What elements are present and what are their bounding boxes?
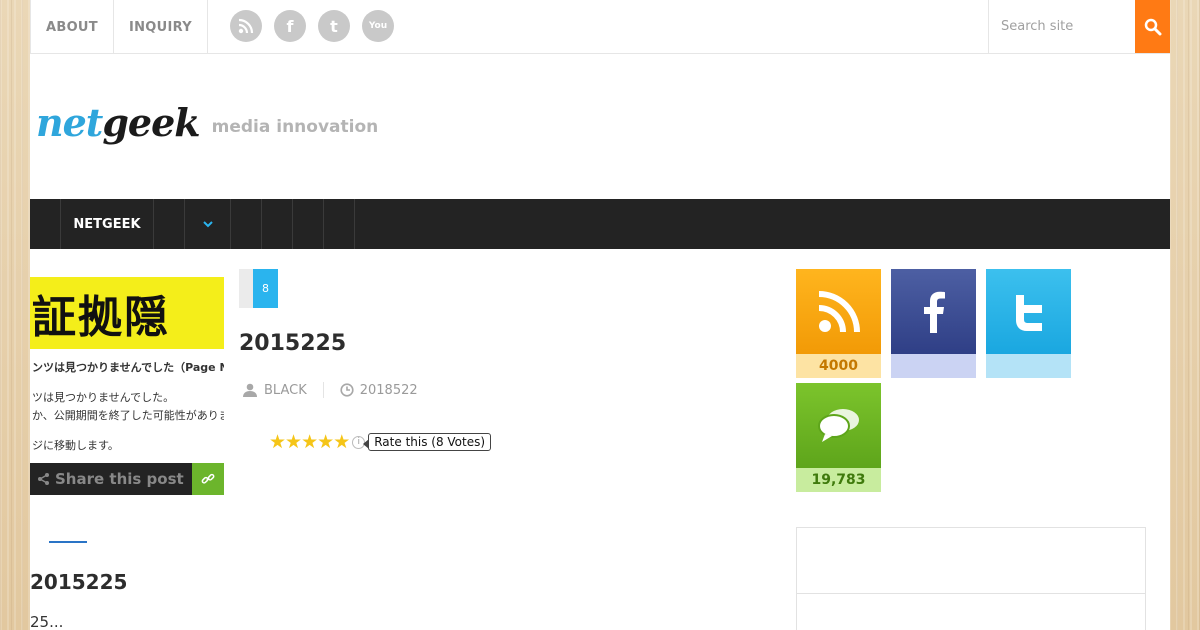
clock-icon	[340, 383, 354, 397]
related-post-title[interactable]: 2015225	[30, 570, 127, 594]
youtube-icon[interactable]: You	[362, 10, 394, 42]
twitter-counter[interactable]	[986, 269, 1071, 378]
facebook-counter[interactable]	[891, 269, 976, 378]
search-icon	[1144, 18, 1161, 35]
site-logo[interactable]: netgeek media innovation	[36, 100, 378, 145]
topnav-about-link[interactable]: ABOUT	[31, 0, 114, 54]
twitter-icon	[986, 269, 1071, 354]
thumbnail-text: ンツは見つかりませんでした（Page Not	[32, 361, 224, 374]
chevron-down-icon	[202, 220, 213, 227]
social-links: f t You	[230, 10, 394, 42]
top-nav: ABOUT INQUIRY	[30, 0, 208, 54]
facebook-icon[interactable]: f	[274, 10, 306, 42]
widget-divider	[797, 593, 1145, 594]
star-icon[interactable]: ★	[269, 432, 286, 452]
share-label: Share this post	[55, 470, 184, 488]
nav-item-blank[interactable]	[231, 199, 262, 249]
rating-widget: ★ ★ ★ ★ ★ i Rate this (8 Votes)	[269, 432, 492, 452]
nav-item-blank[interactable]	[154, 199, 185, 249]
nav-item-blank[interactable]	[262, 199, 293, 249]
rss-counter[interactable]: 4000	[796, 269, 881, 378]
nav-dropdown[interactable]	[185, 199, 231, 249]
post-title[interactable]: 2015225	[239, 331, 346, 356]
share-bar: Share this post	[30, 463, 224, 495]
site-tagline: media innovation	[211, 116, 379, 137]
page: ABOUT INQUIRY f t You netgeek media inno…	[30, 0, 1170, 630]
rss-icon[interactable]	[230, 10, 262, 42]
nav-item-netgeek[interactable]: NETGEEK	[61, 199, 154, 249]
twitter-icon[interactable]: t	[318, 10, 350, 42]
featured-thumbnail[interactable]: 証拠隠 ンツは見つかりませんでした（Page Not ツは見つかりませんでした。…	[30, 275, 224, 463]
search-area	[988, 0, 1170, 53]
top-bar: ABOUT INQUIRY f t You	[30, 0, 1170, 54]
category-badge-tab	[239, 269, 253, 308]
sidebar-widget	[796, 527, 1146, 630]
rss-count: 4000	[796, 354, 881, 378]
search-input[interactable]	[989, 0, 1135, 53]
share-icon	[38, 473, 49, 485]
logo-net: net	[36, 100, 103, 145]
comments-icon	[796, 383, 881, 468]
section-rule	[49, 541, 87, 543]
permalink-button[interactable]	[192, 463, 224, 495]
topnav-inquiry-link[interactable]: INQUIRY	[114, 0, 208, 54]
rss-icon	[796, 269, 881, 354]
thumbnail-text: か、公開期間を終了した可能性があります。	[32, 409, 224, 422]
logo-geek: geek	[102, 100, 200, 145]
star-icon[interactable]: ★	[285, 432, 302, 452]
post-author[interactable]: BLACK	[264, 383, 307, 398]
nav-item-blank[interactable]	[30, 199, 61, 249]
share-button[interactable]: Share this post	[30, 463, 192, 495]
logo-mark: netgeek	[36, 100, 201, 145]
comment-count-badge: 8	[253, 269, 278, 308]
related-post-excerpt: 25...	[30, 613, 64, 630]
rating-tooltip: Rate this (8 Votes)	[363, 433, 492, 451]
post-date: 2018522	[359, 382, 418, 398]
facebook-count	[891, 354, 976, 378]
twitter-count	[986, 354, 1071, 378]
facebook-icon	[891, 269, 976, 354]
meta-divider	[322, 382, 324, 398]
link-icon	[201, 473, 215, 484]
post-meta: BLACK 2018522	[242, 382, 418, 398]
nav-item-blank[interactable]	[293, 199, 324, 249]
star-icon[interactable]: ★	[301, 432, 318, 452]
thumbnail-headline: 証拠隠	[32, 292, 170, 343]
thumbnail-banner: 証拠隠	[30, 277, 224, 349]
star-icon[interactable]: ★	[333, 432, 350, 452]
search-button[interactable]	[1135, 0, 1170, 53]
category-badge[interactable]: 8	[239, 269, 278, 308]
comments-counter[interactable]: 19,783	[796, 383, 881, 492]
author-icon	[242, 383, 258, 397]
main-nav: NETGEEK	[30, 199, 1170, 249]
thumbnail-text: ツは見つかりませんでした。	[32, 391, 175, 404]
nav-item-blank[interactable]	[324, 199, 355, 249]
star-icon[interactable]: ★	[317, 432, 334, 452]
comments-count: 19,783	[796, 468, 881, 492]
thumbnail-text: ジに移動します。	[32, 439, 119, 452]
